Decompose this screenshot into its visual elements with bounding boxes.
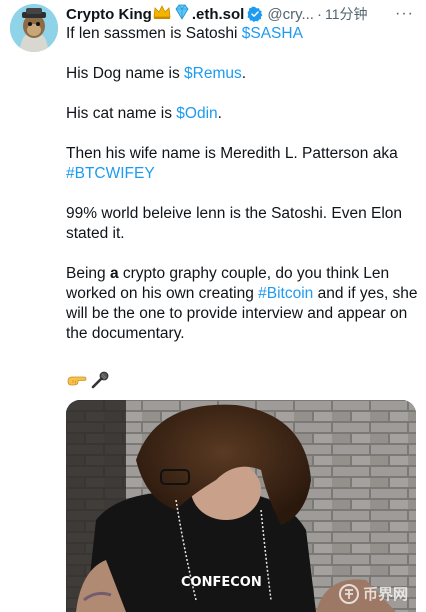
microphone-icon	[90, 371, 110, 394]
text-span: Then his wife name is Meredith L. Patter…	[66, 145, 398, 162]
line-2: His Dog name is $Remus.	[66, 64, 418, 84]
tweet[interactable]: Crypto King .eth.sol @cry... · 11分钟 ··· …	[0, 0, 426, 612]
verified-badge-icon	[247, 6, 263, 22]
watermark-text: 币界网	[362, 586, 408, 603]
text-span: If len sassmen is Satoshi	[66, 25, 242, 42]
tweet-photo[interactable]: CONFECON 币界网	[66, 400, 416, 612]
text-span: .	[241, 65, 247, 82]
tweet-text: If len sassmen is Satoshi $SASHA His Dog…	[66, 24, 418, 344]
avatar[interactable]	[10, 4, 58, 52]
author-name-text: Crypto King	[66, 5, 152, 23]
line-4: Then his wife name is Meredith L. Patter…	[66, 144, 418, 184]
hashtag-link[interactable]: #Bitcoin	[258, 285, 313, 302]
cashtag-link[interactable]: $Odin	[176, 105, 217, 122]
photo-person-image: CONFECON	[66, 400, 416, 612]
line-6: Being a crypto graphy couple, do you thi…	[66, 264, 418, 344]
crown-icon	[153, 4, 171, 24]
hashtag-link[interactable]: #BTCWIFEY	[66, 165, 155, 182]
bold-text: a	[109, 265, 119, 282]
timestamp[interactable]: 11分钟	[325, 4, 368, 24]
author-suffix: .eth.sol	[191, 5, 245, 23]
cashtag-link[interactable]: $Remus	[184, 65, 242, 82]
shirt-text: CONFECON	[181, 575, 262, 590]
line-3: His cat name is $Odin.	[66, 104, 418, 124]
watermark: 币界网	[338, 583, 408, 604]
cashtag-link[interactable]: $SASHA	[242, 25, 303, 42]
text-span: His cat name is	[66, 105, 177, 122]
author-name[interactable]: Crypto King .eth.sol	[66, 4, 244, 24]
emoji-line	[66, 371, 110, 394]
pointing-hand-icon	[66, 372, 88, 393]
text-span: .	[217, 105, 222, 122]
text-span: His Dog name is	[66, 65, 185, 82]
author-handle[interactable]: @cry...	[267, 6, 314, 23]
watermark-logo-icon	[338, 583, 359, 604]
text-span: Being	[66, 265, 110, 282]
separator-dot: ·	[316, 5, 322, 23]
line-1: If len sassmen is Satoshi $SASHA	[66, 24, 418, 44]
text-span: 99% world beleive lenn is the Satoshi. E…	[66, 205, 403, 242]
gem-icon	[173, 4, 191, 24]
ape-avatar-icon	[10, 4, 58, 52]
more-options-icon[interactable]: ···	[395, 5, 418, 23]
tweet-header: Crypto King .eth.sol @cry... · 11分钟 ···	[66, 3, 418, 25]
line-5: 99% world beleive lenn is the Satoshi. E…	[66, 204, 418, 244]
